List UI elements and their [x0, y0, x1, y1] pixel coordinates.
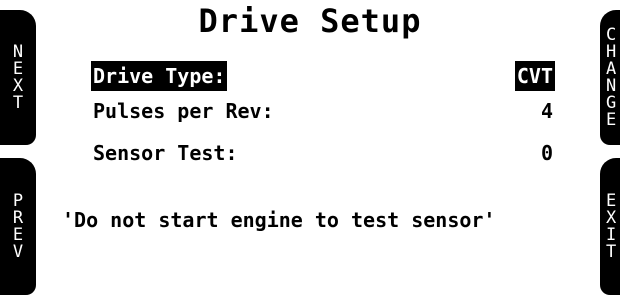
exit-button[interactable]: E X I T [600, 158, 620, 295]
change-button-char: H [606, 41, 617, 62]
exit-button-char: E [606, 190, 617, 211]
prev-button-char: V [12, 241, 24, 262]
exit-button-char: I [606, 224, 617, 245]
setting-row-pulses-per-rev[interactable]: Pulses per Rev: 4 [91, 96, 561, 126]
next-button-char: N [12, 41, 24, 62]
setting-value[interactable]: 4 [539, 96, 555, 126]
exit-button-char: T [606, 241, 617, 262]
exit-button-char: X [606, 207, 617, 228]
next-button-char: T [12, 92, 24, 113]
dash-screen: N E X T P R E V C H A N G E E X I T Driv… [0, 0, 620, 298]
prev-button-char: E [12, 224, 24, 245]
setting-row-drive-type[interactable]: Drive Type: CVT [91, 61, 561, 91]
setting-value[interactable]: CVT [514, 61, 555, 91]
change-button-char: E [606, 109, 617, 130]
prev-button[interactable]: P R E V [0, 158, 36, 295]
setting-label: Pulses per Rev: [93, 99, 274, 123]
change-button-char: A [606, 58, 617, 79]
setting-label: Sensor Test: [93, 141, 238, 165]
prev-button-char: R [12, 207, 24, 228]
setting-row-sensor-test[interactable]: Sensor Test: 0 [91, 138, 561, 168]
setting-value[interactable]: 0 [539, 138, 555, 168]
setting-label: Drive Type: [91, 61, 228, 91]
change-button-char: N [606, 75, 617, 96]
change-button-char: G [606, 92, 617, 113]
next-button-char: E [12, 58, 24, 79]
page-title: Drive Setup [198, 2, 422, 40]
status-message: 'Do not start engine to test sensor' [62, 208, 496, 232]
next-button-char: X [12, 75, 24, 96]
prev-button-char: P [12, 190, 24, 211]
